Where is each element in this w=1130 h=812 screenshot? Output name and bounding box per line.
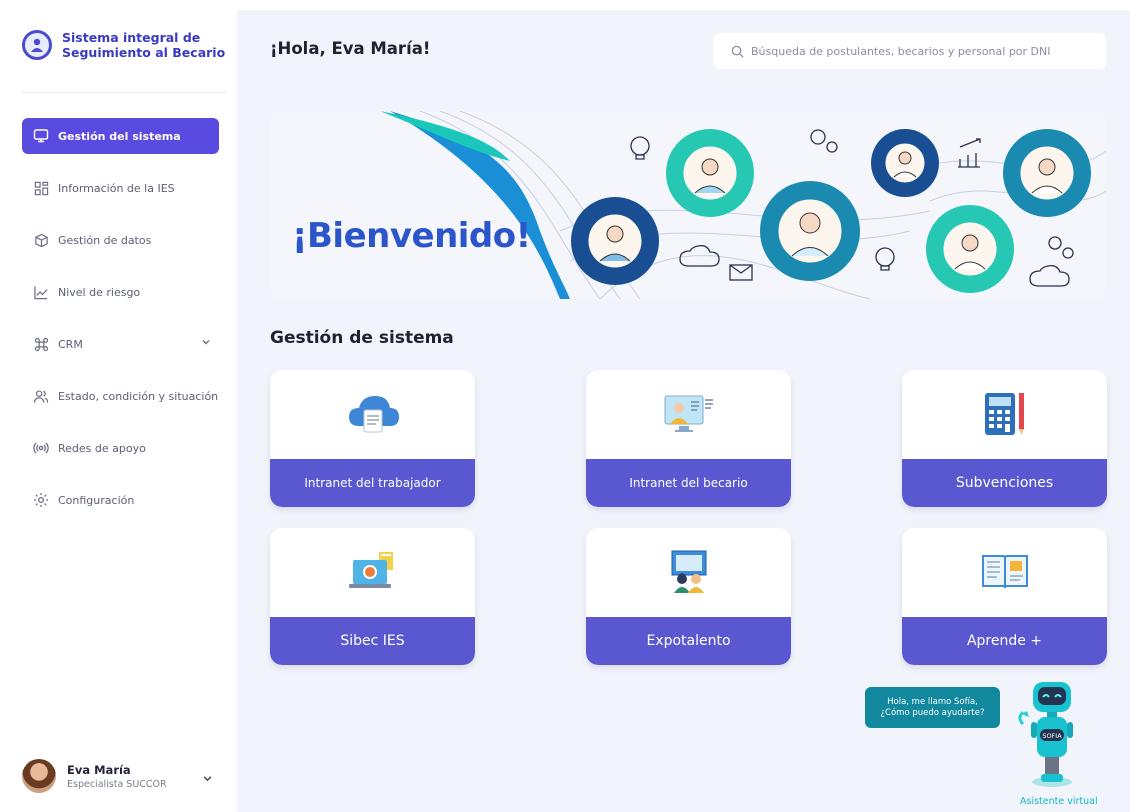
brand-divider [22,92,227,93]
card-label: Aprende + [902,617,1107,665]
grid-icon [32,179,50,197]
sidebar-item-label: Nivel de riesgo [58,285,141,299]
card-aprende-mas[interactable]: Aprende + [902,528,1107,665]
sidebar-item-label: Información de la IES [58,181,175,195]
avatar [22,759,56,793]
brand-logo [22,30,52,60]
sidebar-item-label: Gestión de datos [58,233,152,247]
sidebar-item-label: CRM [58,337,83,351]
user-info: Eva María Especialista SUCCOR [67,763,167,790]
open-book-icon [902,544,1107,600]
user-role: Especialista SUCCOR [67,778,167,790]
sidebar-item-nivel-de-riesgo[interactable]: Nivel de riesgo [22,274,219,310]
banner-illustration [380,111,1106,299]
sidebar: Sistema integral de Seguimiento al Becar… [0,0,237,812]
sidebar-item-redes-de-apoyo[interactable]: Redes de apoyo [22,430,219,466]
user-profile[interactable]: Eva María Especialista SUCCOR [22,756,219,796]
sidebar-item-crm[interactable]: CRM [22,326,219,362]
card-expotalento[interactable]: Expotalento [586,528,791,665]
assistant-label[interactable]: Asistente virtual [1020,796,1098,807]
presentation-icon [586,544,791,600]
card-label: Intranet del becario [586,459,791,507]
main-content: ¡Hola, Eva María! Búsqueda de postulante… [237,10,1130,812]
sidebar-item-label: Redes de apoyo [58,441,146,455]
sidebar-item-informacion-ies[interactable]: Información de la IES [22,170,219,206]
calculator-icon [902,386,1107,442]
card-label: Sibec IES [270,617,475,665]
cube-icon [32,231,50,249]
card-label: Intranet del trabajador [270,459,475,507]
card-subvenciones[interactable]: Subvenciones [902,370,1107,507]
brand-title: Sistema integral de Seguimiento al Becar… [62,30,225,60]
brand-title-line2: Seguimiento al Becario [62,45,226,60]
welcome-banner: ¡Bienvenido! [270,111,1106,299]
sidebar-item-gestion-del-sistema[interactable]: Gestión del sistema [22,118,219,154]
sidebar-item-label: Gestión del sistema [58,129,181,143]
assistant-bubble-line1: Hola, me llamo Sofía, [887,696,978,707]
users-icon [32,387,50,405]
sidebar-item-estado-condicion[interactable]: Estado, condición y situación [22,378,219,414]
search-placeholder: Búsqueda de postulantes, becarios y pers… [751,44,1051,58]
page-greeting: ¡Hola, Eva María! [270,39,431,58]
command-icon [32,335,50,353]
chevron-down-icon[interactable] [201,337,211,350]
assistant-bot-badge: SOFIA [1042,732,1062,740]
card-label: Expotalento [586,617,791,665]
monitor-icon [32,127,50,145]
chevron-down-icon[interactable] [202,769,213,788]
card-label: Subvenciones [902,459,1107,507]
assistant-bubble-line2: ¿Cómo puedo ayudarte? [880,707,985,718]
trend-chart-icon [32,283,50,301]
search-input[interactable]: Búsqueda de postulantes, becarios y pers… [713,33,1106,69]
brand-title-line1: Sistema integral de [62,30,201,45]
brand[interactable]: Sistema integral de Seguimiento al Becar… [22,30,225,60]
sidebar-item-label: Configuración [58,493,135,507]
student-monitor-icon [586,386,791,442]
assistant-bubble[interactable]: Hola, me llamo Sofía, ¿Cómo puedo ayudar… [865,687,1000,728]
broadcast-icon [32,439,50,457]
search-icon [731,45,744,58]
sidebar-item-gestion-de-datos[interactable]: Gestión de datos [22,222,219,258]
card-intranet-becario[interactable]: Intranet del becario [586,370,791,507]
gear-icon [32,491,50,509]
sidebar-item-configuracion[interactable]: Configuración [22,482,219,518]
card-sibec-ies[interactable]: Sibec IES [270,528,475,665]
assistant-robot-icon[interactable]: SOFIA [1017,678,1087,798]
banner-title: ¡Bienvenido! [292,216,531,256]
sidebar-item-label: Estado, condición y situación [58,389,219,403]
laptop-folder-icon [270,544,475,600]
user-name: Eva María [67,762,131,777]
sidebar-nav: Gestión del sistema Información de la IE… [22,118,219,534]
card-intranet-trabajador[interactable]: Intranet del trabajador [270,370,475,507]
section-title: Gestión de sistema [270,328,454,348]
cloud-document-icon [270,386,475,442]
